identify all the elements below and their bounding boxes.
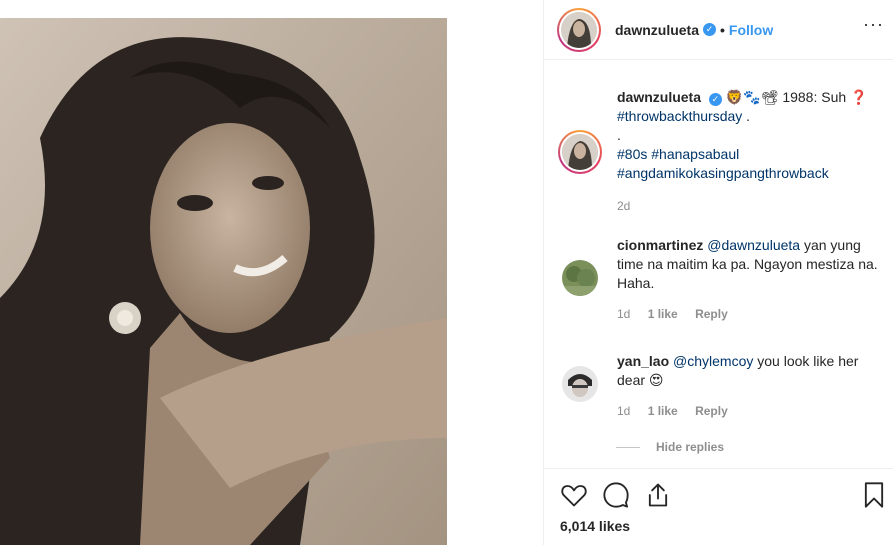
separator-dot: • [720, 21, 725, 38]
more-options-icon[interactable]: ··· [863, 14, 884, 35]
caption-text: dawnzulueta ✓ 🦁🐾📽 1988: Suh ❓ #throwback… [617, 88, 889, 216]
avatar-image [562, 134, 598, 170]
hashtag-link[interactable]: #hanapsabaul [651, 146, 739, 162]
post-side-panel: dawnzulueta ✓ • Follow ··· dawnzulueta ✓… [543, 0, 893, 545]
verified-badge-icon: ✓ [708, 93, 722, 106]
comment-timestamp[interactable]: 1d [617, 307, 630, 321]
verified-badge-icon: ✓ [703, 23, 717, 36]
hide-replies-label: Hide replies [656, 440, 725, 454]
hide-replies-button[interactable]: Hide replies [616, 440, 724, 454]
mention-link[interactable]: @chylemcoy [673, 353, 753, 369]
hashtag-link[interactable]: #throwbackthursday [617, 108, 742, 124]
commenter-avatar-photo [562, 260, 598, 296]
heart-icon[interactable] [560, 481, 588, 509]
reply-button[interactable]: Reply [695, 404, 728, 418]
caption-timestamp[interactable]: 2d [617, 199, 630, 213]
commenter-username[interactable]: yan_lao [617, 353, 669, 369]
post-header: dawnzulueta ✓ • Follow ··· [544, 0, 893, 60]
caption-username[interactable]: dawnzulueta [617, 89, 701, 105]
hashtag-link[interactable]: #80s [617, 146, 647, 162]
avatar-photo [561, 11, 597, 48]
likes-count[interactable]: 6,014 likes [560, 518, 630, 534]
post-actions-bar: 6,014 likes [544, 468, 893, 545]
mention-link[interactable]: @dawnzulueta [707, 237, 800, 253]
commenter-username[interactable]: cionmartinez [617, 237, 703, 253]
caption-body: 1988: Suh [778, 89, 851, 105]
comments-section: dawnzulueta ✓ 🦁🐾📽 1988: Suh ❓ #throwback… [544, 60, 893, 468]
reply-button[interactable]: Reply [695, 307, 728, 321]
commenter-avatar[interactable] [558, 362, 602, 406]
photo-pane [0, 0, 543, 545]
avatar-image [562, 260, 598, 296]
author-avatar[interactable] [557, 7, 601, 52]
caption-avatar[interactable] [558, 130, 602, 174]
post-photo[interactable] [0, 18, 447, 545]
commenter-avatar-photo [562, 366, 598, 402]
comment-icon[interactable] [602, 481, 630, 509]
hashtag-link[interactable]: #angdamikokasingpangthrowback [617, 165, 829, 181]
caption-emoji: 🦁🐾📽 [725, 89, 779, 105]
caption-avatar-photo [562, 134, 598, 170]
caption-dot: . [742, 108, 751, 124]
sepia-portrait-image [0, 18, 447, 545]
comment-likes[interactable]: 1 like [648, 404, 678, 418]
question-mark-icon: ❓ [850, 89, 868, 105]
heart-eyes-emoji: 😍 [648, 372, 664, 388]
comment-timestamp[interactable]: 1d [617, 404, 630, 418]
avatar-image [562, 366, 598, 402]
comment-likes[interactable]: 1 like [648, 307, 678, 321]
bookmark-icon[interactable] [860, 481, 888, 509]
divider-line [616, 446, 640, 448]
caption-dot: . [617, 127, 621, 143]
avatar-image [561, 11, 597, 48]
share-icon[interactable] [644, 481, 672, 509]
commenter-avatar[interactable] [558, 256, 602, 300]
follow-button[interactable]: Follow [729, 22, 773, 38]
author-username[interactable]: dawnzulueta [615, 22, 699, 38]
